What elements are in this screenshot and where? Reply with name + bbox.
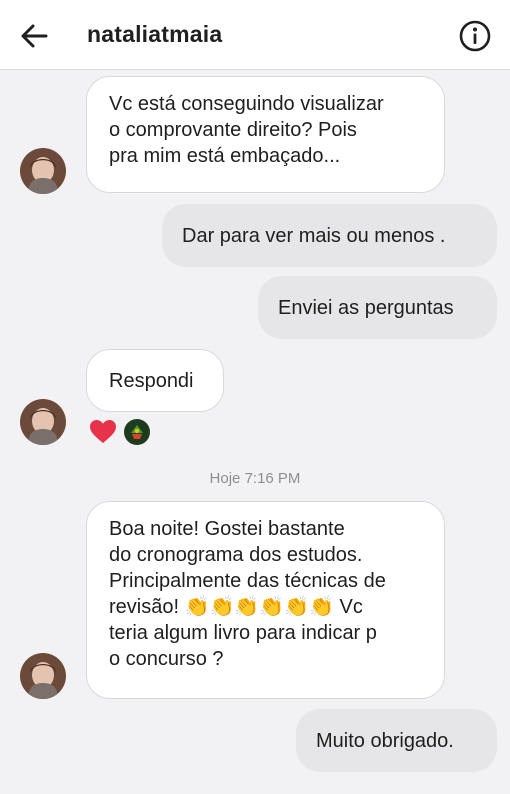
message-text-line: teria algum livro para indicar p xyxy=(109,622,377,644)
avatar[interactable] xyxy=(20,148,66,194)
message-bubble-incoming[interactable]: Boa noite! Gostei bastante do cronograma… xyxy=(86,501,445,699)
message-bubble-outgoing[interactable]: Dar para ver mais ou menos . xyxy=(162,204,497,267)
message-text-line: Principalmente das técnicas de xyxy=(109,570,386,592)
message-bubble-incoming[interactable]: Respondi xyxy=(86,349,224,412)
message-text: Dar para ver mais ou menos . xyxy=(182,224,446,247)
message-text-line: pra mim está embaçado... xyxy=(109,145,341,167)
avatar[interactable] xyxy=(20,653,66,699)
message-text-line: do cronograma dos estudos. xyxy=(109,544,363,566)
message-text-line: o concurso ? xyxy=(109,648,224,670)
message-text-line: Vc está conseguindo visualizar xyxy=(109,93,384,115)
message-text: Muito obrigado. xyxy=(316,729,454,752)
avatar[interactable] xyxy=(20,399,66,445)
message-text-line: o comprovante direito? Pois xyxy=(109,119,357,141)
arrow-left-icon xyxy=(21,24,48,48)
timestamp: Hoje 7:16 PM xyxy=(209,470,301,487)
message-bubble-outgoing[interactable]: Enviei as perguntas xyxy=(258,276,497,339)
message-bubble-incoming[interactable]: Vc está conseguindo visualizar o comprov… xyxy=(86,76,445,193)
conversation-username[interactable]: nataliatmaia xyxy=(87,21,222,48)
message-text: Enviei as perguntas xyxy=(278,296,454,319)
message-text: Respondi xyxy=(109,369,194,392)
conversation-header: nataliatmaia xyxy=(0,0,510,70)
info-button[interactable] xyxy=(458,19,492,53)
heart-icon xyxy=(90,420,116,443)
reactions-row[interactable] xyxy=(89,418,151,446)
message-bubble-outgoing[interactable]: Muito obrigado. xyxy=(296,709,497,772)
back-button[interactable] xyxy=(18,20,50,52)
info-circle-icon xyxy=(459,20,491,52)
sticker-icon xyxy=(124,419,150,445)
message-text-line: Boa noite! Gostei bastante xyxy=(109,518,345,540)
message-text-line: revisão! 👏👏👏👏👏👏 Vc xyxy=(109,596,363,618)
